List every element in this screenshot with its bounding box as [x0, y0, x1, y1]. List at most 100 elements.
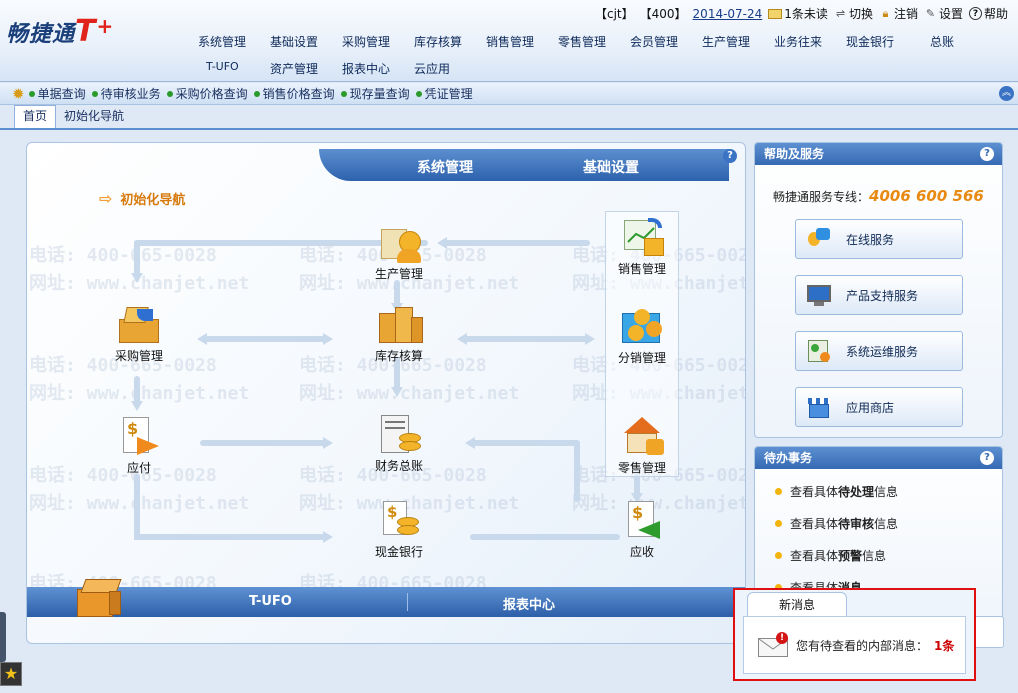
tab-home[interactable]: 首页 [14, 105, 57, 128]
date-link[interactable]: 2014-07-24 [693, 7, 763, 21]
unread-label: 1条未读 [784, 7, 828, 21]
new-message-popup: 新消息 ! 您有待查看的内部消息： 1条 [733, 588, 976, 681]
panel-title: 帮助及服务 [764, 147, 825, 161]
settings-label: 设置 [938, 7, 963, 21]
inventory-icon [375, 303, 423, 347]
quick-label: 销售价格查询 [262, 87, 335, 101]
node-cash[interactable]: $ 现金银行 [359, 499, 439, 560]
app-store-button[interactable]: 应用商店 [795, 387, 963, 427]
node-production[interactable]: 生产管理 [359, 221, 439, 282]
switch-button[interactable]: ⇌ 切换 [834, 5, 873, 22]
service-label: 系统运维服务 [846, 344, 919, 359]
node-distribution[interactable]: 分销管理 [605, 305, 679, 366]
menu-general-ledger[interactable]: 总账 [918, 33, 958, 50]
node-purchase[interactable]: 采购管理 [99, 303, 179, 364]
quick-pending-review[interactable]: 待审核业务 [91, 85, 161, 102]
popup-tab[interactable]: 新消息 [747, 592, 847, 616]
contact-card-icon [806, 338, 832, 364]
help-label: 帮助 [983, 7, 1008, 21]
todo-review[interactable]: 查看具体待审核信息 [775, 515, 898, 532]
popup-body[interactable]: ! 您有待查看的内部消息： 1条 [743, 616, 966, 674]
box-icon [77, 577, 123, 619]
top-toolbar: 【cjt】 【400】 2014-07-24 1条未读 ⇌ 切换 🔒︎ 注销 ✎ 设置… [595, 5, 1008, 22]
star-icon[interactable]: ★ [0, 662, 22, 686]
product-support-button[interactable]: 产品支持服务 [795, 275, 963, 315]
gear-icon[interactable]: ✹ [12, 85, 25, 103]
menu-basic-settings[interactable]: 基础设置 [270, 33, 342, 50]
app-window: 畅捷通T+ 【cjt】 【400】 2014-07-24 1条未读 ⇌ 切换 🔒︎… [0, 0, 1018, 693]
todo-pending[interactable]: 查看具体待处理信息 [775, 483, 898, 500]
node-ledger[interactable]: 财务总账 [359, 413, 439, 474]
bullet-icon [775, 552, 782, 559]
node-label: 应付 [126, 461, 151, 475]
menu-sales[interactable]: 销售管理 [486, 33, 558, 50]
help-icon[interactable]: ? [980, 451, 994, 465]
bullet-icon [775, 488, 782, 495]
node-label: 零售管理 [617, 461, 666, 475]
bullet-icon [340, 90, 347, 97]
quick-label: 单据查询 [37, 87, 86, 101]
menu-transactions[interactable]: 业务往来 [774, 33, 846, 50]
settings-icon: ✎ [925, 7, 936, 20]
logout-label: 注销 [893, 7, 918, 21]
todo-alert[interactable]: 查看具体预警信息 [775, 547, 886, 564]
bullet-icon [166, 90, 173, 97]
menu-system[interactable]: 系统管理 [198, 33, 270, 50]
node-payable[interactable]: $ 应付 [99, 415, 179, 476]
bullet-icon [775, 520, 782, 527]
report-center-link[interactable]: 报表中心 [503, 594, 555, 613]
settings-button[interactable]: ✎ 设置 [924, 5, 963, 22]
lock-icon: 🔒︎ [882, 7, 889, 20]
help-button[interactable]: ? 帮助 [968, 5, 1008, 22]
panel-header: 帮助及服务? [755, 143, 1002, 165]
quick-label: 采购价格查询 [175, 87, 248, 101]
help-services-panel: 帮助及服务? 畅捷通服务专线：4006 600 566 在线服务 产品支持服务 … [754, 142, 1003, 438]
node-receivable[interactable]: $ 应收 [605, 499, 679, 560]
help-icon[interactable]: ? [980, 147, 994, 161]
node-label: 现金银行 [374, 545, 423, 559]
quick-voucher[interactable]: 凭证管理 [415, 85, 473, 102]
logo-brand: T [75, 14, 97, 49]
collapse-icon[interactable]: ︽ [999, 86, 1014, 101]
quick-stock-query[interactable]: 现存量查询 [340, 85, 410, 102]
production-icon [375, 221, 423, 265]
ledger-icon [375, 413, 423, 457]
ops-service-button[interactable]: 系统运维服务 [795, 331, 963, 371]
menu-cash-bank[interactable]: 现金银行 [846, 33, 918, 50]
menu-retail[interactable]: 零售管理 [558, 33, 630, 50]
t-ufo-link[interactable]: T-UFO [249, 594, 292, 609]
logo-plus: + [96, 14, 115, 38]
node-retail[interactable]: 零售管理 [605, 415, 679, 476]
menu-assets[interactable]: 资产管理 [270, 60, 342, 77]
cash-icon: $ [375, 499, 423, 543]
menu-inventory[interactable]: 库存核算 [414, 33, 486, 50]
online-service-button[interactable]: 在线服务 [795, 219, 963, 259]
menu-purchase[interactable]: 采购管理 [342, 33, 414, 50]
node-label: 销售管理 [617, 262, 666, 276]
unread-messages-button[interactable]: 1条未读 [768, 5, 828, 22]
distribution-icon [618, 305, 666, 349]
bullet-icon [253, 90, 260, 97]
popup-message: 您有待查看的内部消息： [796, 638, 929, 653]
quick-document-query[interactable]: 单据查询 [28, 85, 86, 102]
quick-label: 凭证管理 [424, 87, 473, 101]
node-inventory[interactable]: 库存核算 [359, 303, 439, 364]
menu-reports[interactable]: 报表中心 [342, 60, 414, 77]
logout-button[interactable]: 🔒︎ 注销 [879, 5, 918, 22]
bullet-icon [91, 90, 98, 97]
quick-sales-price[interactable]: 销售价格查询 [253, 85, 335, 102]
menu-t-ufo[interactable]: T-UFO [198, 60, 270, 77]
menu-cloud-apps[interactable]: 云应用 [414, 60, 486, 77]
tab-init-nav[interactable]: 初始化导航 [56, 106, 132, 128]
payable-icon: $ [115, 415, 163, 459]
node-label: 应收 [629, 545, 654, 559]
account-label: 【400】 [639, 7, 687, 21]
popup-count[interactable]: 1条 [934, 637, 954, 654]
quick-purchase-price[interactable]: 采购价格查询 [166, 85, 248, 102]
sales-icon [618, 216, 666, 260]
menu-production[interactable]: 生产管理 [702, 33, 774, 50]
receivable-icon: $ [618, 499, 666, 543]
side-dock[interactable] [0, 612, 6, 662]
chat-icon [806, 226, 832, 252]
menu-membership[interactable]: 会员管理 [630, 33, 702, 50]
